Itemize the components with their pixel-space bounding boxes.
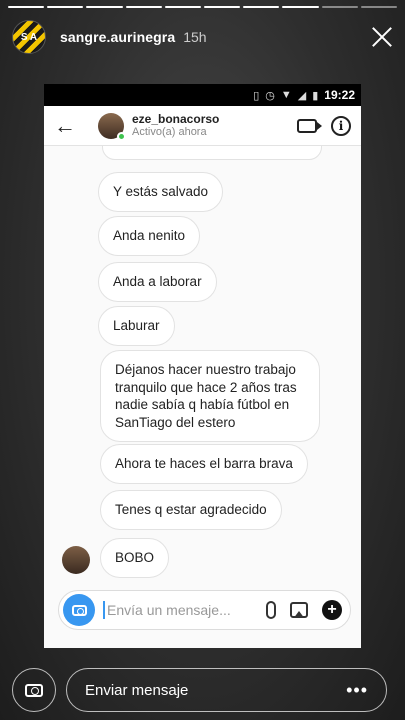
message-bubble: Anda a laborar [98, 262, 217, 302]
alarm-icon: ◷ [265, 89, 275, 102]
progress-segment [243, 6, 280, 8]
story-reply-bar: Enviar mensaje ••• [12, 668, 387, 712]
gallery-icon[interactable] [290, 602, 308, 618]
reply-placeholder: Enviar mensaje [85, 681, 189, 699]
avatar-logo-text: S A [20, 31, 38, 43]
progress-segment [125, 6, 162, 8]
sender-avatar[interactable] [62, 546, 90, 574]
status-time: 19:22 [324, 88, 355, 102]
message-bubble: Déjanos hacer nuestro trabajo tranquilo … [100, 350, 320, 443]
message-bubble: Anda nenito [98, 216, 201, 256]
story-username[interactable]: sangre.aurinegra [60, 29, 175, 45]
microphone-icon[interactable] [266, 601, 276, 619]
progress-segment [360, 6, 398, 8]
progress-segment [204, 6, 241, 8]
reply-camera-button[interactable] [12, 668, 56, 712]
text-caret [103, 601, 105, 619]
signal-icon: ◢ [297, 89, 307, 102]
dm-avatar[interactable] [98, 112, 126, 141]
message-bubble: BOBO [100, 538, 170, 578]
story-avatar[interactable]: S A [12, 20, 46, 54]
more-options-icon[interactable]: ••• [346, 680, 368, 701]
message-bubble: Y estás salvado [98, 172, 224, 212]
message-bubble: Ahora te haces el barra brava [100, 444, 308, 484]
wifi-icon: ▼ [280, 89, 292, 101]
camera-button[interactable] [63, 594, 95, 626]
back-arrow-icon[interactable]: ← [54, 114, 90, 137]
progress-segment [164, 6, 202, 8]
camera-icon [25, 683, 43, 697]
progress-segment [47, 6, 84, 8]
dm-screenshot: ▯ ◷ ▼ ◢ ▮ 19:22 ← eze_bonacorso Activo(a… [44, 84, 361, 648]
message-bubble: Laburar [98, 306, 175, 346]
dm-actions: i [297, 115, 351, 136]
message-list: Y estás salvado Anda nenito Anda a labor… [44, 146, 361, 590]
composer-tools: + [266, 600, 342, 620]
info-icon[interactable]: i [331, 115, 351, 136]
close-icon[interactable] [371, 26, 393, 48]
phone-status-bar: ▯ ◷ ▼ ◢ ▮ 19:22 [44, 84, 361, 106]
dm-user-info: eze_bonacorso Activo(a) ahora [132, 112, 219, 140]
reply-input[interactable]: Enviar mensaje ••• [66, 668, 387, 712]
battery-icon: ▮ [312, 89, 319, 102]
message-composer: + [58, 590, 351, 630]
message-input[interactable] [107, 602, 237, 618]
dm-header: ← eze_bonacorso Activo(a) ahora i [44, 106, 361, 146]
progress-segment [8, 6, 45, 8]
message-bubble-cut [102, 146, 322, 160]
vibrate-icon: ▯ [253, 89, 260, 102]
camera-icon [71, 604, 87, 616]
progress-segment [282, 6, 319, 8]
plus-icon[interactable]: + [322, 600, 342, 620]
video-call-icon[interactable] [297, 118, 322, 133]
progress-segment [86, 6, 123, 8]
story-header: S A sangre.aurinegra 15h [12, 18, 393, 56]
progress-segment [321, 6, 358, 8]
dm-status: Activo(a) ahora [132, 126, 207, 139]
dm-username[interactable]: eze_bonacorso [132, 112, 219, 126]
story-time: 15h [183, 29, 207, 45]
story-progress [8, 6, 398, 8]
message-bubble: Tenes q estar agradecido [100, 490, 282, 530]
online-dot [117, 131, 126, 141]
